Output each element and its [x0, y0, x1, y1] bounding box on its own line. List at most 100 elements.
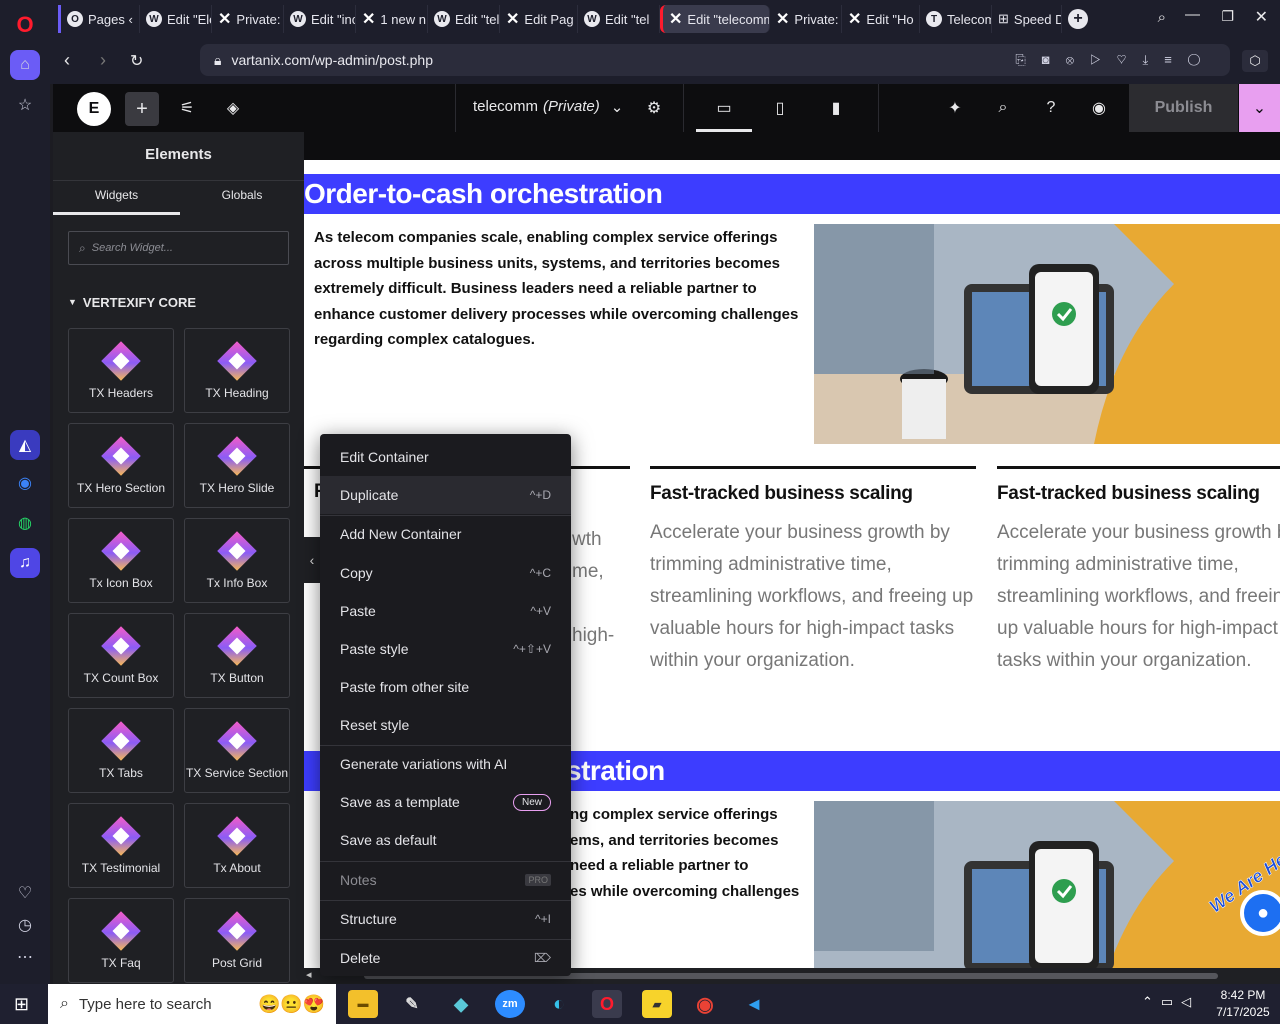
tab[interactable]: ✕ Private:: [212, 5, 284, 33]
back-icon[interactable]: ‹: [64, 50, 70, 71]
publish-button[interactable]: Publish: [1129, 84, 1238, 132]
opera-icon[interactable]: O: [592, 990, 622, 1018]
widget-tile[interactable]: TX Hero Section: [68, 423, 174, 508]
widget-tile[interactable]: TX Count Box: [68, 613, 174, 698]
feature-column[interactable]: Fast-tracked business scaling Accelerate…: [997, 466, 1280, 677]
section-heading[interactable]: Order-to-cash orchestration: [304, 174, 1280, 214]
publish-options-chevron-icon[interactable]: ⌄: [1239, 84, 1280, 132]
url-field[interactable]: 🔒︎ vartanix.com/wp-admin/post.php ⎘◙⊗▷♡⤓…: [200, 44, 1230, 76]
widget-tile[interactable]: TX Testimonial: [68, 803, 174, 888]
site-settings-icon[interactable]: ⚟: [173, 94, 201, 122]
scroll-left-icon[interactable]: ◂: [306, 968, 312, 981]
menu-item-add-new-container[interactable]: Add New Container: [320, 515, 571, 553]
tab[interactable]: W Edit "tel: [428, 5, 500, 33]
tab[interactable]: O Pages ‹: [58, 5, 140, 33]
tablet-view-icon[interactable]: ▯: [766, 94, 794, 122]
tab[interactable]: T Telecom: [920, 5, 992, 33]
tab[interactable]: ✕ Private:: [770, 5, 842, 33]
notifications-icon[interactable]: ✦: [941, 94, 969, 122]
whatsapp-icon[interactable]: ◍: [10, 508, 40, 538]
search-icon[interactable]: ⌕: [989, 94, 1017, 122]
music-icon[interactable]: ♫: [10, 548, 40, 578]
edge-icon[interactable]: ◐: [544, 990, 574, 1018]
collapse-panel-icon[interactable]: ‹: [304, 537, 320, 583]
app-diamond-icon[interactable]: ◆: [446, 990, 476, 1018]
extensions-icon[interactable]: ⬡: [1242, 50, 1268, 72]
messenger-icon[interactable]: ◉: [10, 468, 40, 498]
tab-active[interactable]: ✕ Edit "telecomm: [660, 5, 770, 33]
preview-eye-icon[interactable]: ◉: [1085, 94, 1113, 122]
widget-tile[interactable]: TX Faq: [68, 898, 174, 983]
tab[interactable]: W Edit "inc: [284, 5, 356, 33]
more-icon[interactable]: ⋯: [10, 942, 40, 972]
tab[interactable]: ✕ Edit Pag: [500, 5, 578, 33]
zoom-icon[interactable]: zm: [495, 990, 525, 1018]
menu-item-save-as-a-template[interactable]: Save as a template New: [320, 783, 571, 821]
tab[interactable]: ✕ Edit "Ho: [842, 5, 920, 33]
widget-tile[interactable]: Post Grid: [184, 898, 290, 983]
file-explorer-icon[interactable]: ▬: [348, 990, 378, 1018]
menu-item-generate-variations-with-ai[interactable]: Generate variations with AI: [320, 745, 571, 783]
menu-item-notes[interactable]: Notes PRO: [320, 861, 571, 899]
menu-item-duplicate[interactable]: Duplicate ^+D: [320, 476, 571, 514]
widget-tile[interactable]: Tx Info Box: [184, 518, 290, 603]
chat-bubble-icon[interactable]: ●: [1240, 890, 1280, 936]
search-tabs-icon[interactable]: ⌕: [1158, 9, 1166, 26]
home-icon[interactable]: ⌂: [10, 50, 40, 80]
chat-widget[interactable]: We Are Here ●: [1202, 839, 1280, 950]
structure-layers-icon[interactable]: ◈: [219, 94, 247, 122]
minimize-icon[interactable]: —: [1185, 6, 1200, 23]
heart-icon[interactable]: ♡: [10, 878, 40, 908]
menu-item-structure[interactable]: Structure ^+I: [320, 900, 571, 938]
feature-column[interactable]: Fast-tracked business scaling Accelerate…: [650, 466, 976, 677]
forward-icon[interactable]: ›: [100, 50, 106, 71]
page-settings-gear-icon[interactable]: ⚙: [640, 94, 668, 122]
tab[interactable]: ✕ 1 new n: [356, 5, 428, 33]
clock[interactable]: 8:42 PM 7/17/2025: [1212, 987, 1274, 1021]
mobile-view-icon[interactable]: ▮: [822, 94, 850, 122]
hero-photo[interactable]: [814, 224, 1280, 444]
menu-item-edit-container[interactable]: Edit Container: [320, 438, 571, 476]
menu-item-paste[interactable]: Paste ^+V: [320, 592, 571, 630]
menu-item-save-as-default[interactable]: Save as default: [320, 821, 571, 859]
aria-icon[interactable]: ◭: [10, 430, 40, 460]
menu-item-paste-from-other-site[interactable]: Paste from other site: [320, 668, 571, 706]
address-bar-actions-icon[interactable]: ⎘◙⊗▷♡⤓≡◯: [1015, 52, 1216, 68]
tab-widgets[interactable]: Widgets: [53, 188, 180, 202]
widget-tile[interactable]: TX Button: [184, 613, 290, 698]
help-icon[interactable]: ?: [1037, 94, 1065, 122]
widget-tile[interactable]: TX Heading: [184, 328, 290, 413]
star-icon[interactable]: ☆: [10, 90, 40, 120]
widget-tile[interactable]: TX Hero Slide: [184, 423, 290, 508]
opera-logo-icon[interactable]: O: [10, 10, 40, 40]
menu-item-copy[interactable]: Copy ^+C: [320, 554, 571, 592]
intro-paragraph[interactable]: As telecom companies scale, enabling com…: [314, 225, 804, 353]
menu-item-reset-style[interactable]: Reset style: [320, 706, 571, 744]
widget-tile[interactable]: TX Service Section: [184, 708, 290, 793]
system-tray-icons[interactable]: ⌃▭◁: [1142, 994, 1199, 1010]
widget-tile[interactable]: Tx Icon Box: [68, 518, 174, 603]
widget-tile[interactable]: TX Headers: [68, 328, 174, 413]
history-icon[interactable]: ◷: [10, 910, 40, 940]
tab-globals[interactable]: Globals: [180, 188, 304, 202]
intro-paragraph-2[interactable]: ng complex service offerings ems, and te…: [570, 802, 799, 904]
tab[interactable]: ⊞ Speed D: [992, 5, 1062, 33]
category-header[interactable]: ▼ VERTEXIFY CORE: [68, 295, 196, 310]
widget-tile[interactable]: TX Tabs: [68, 708, 174, 793]
tab[interactable]: W Edit "tel: [578, 5, 660, 33]
chrome-icon[interactable]: ◉: [690, 990, 720, 1018]
windows-start-icon[interactable]: ⊞: [14, 994, 29, 1015]
widget-tile[interactable]: Tx About: [184, 803, 290, 888]
new-tab-icon[interactable]: +: [1068, 9, 1088, 29]
elementor-logo-icon[interactable]: E: [77, 92, 111, 126]
taskbar-search-box[interactable]: ⌕ Type here to search 😄😐😍: [48, 984, 336, 1024]
menu-item-delete[interactable]: Delete ⌦: [320, 939, 571, 977]
page-selector[interactable]: telecomm (Private) ⌄: [473, 98, 623, 116]
add-element-icon[interactable]: +: [125, 92, 159, 126]
sticky-notes-icon[interactable]: ▰: [642, 990, 672, 1018]
close-window-icon[interactable]: ✕: [1255, 7, 1268, 27]
paint-icon[interactable]: ✎: [397, 990, 427, 1018]
desktop-view-icon[interactable]: ▭: [710, 94, 738, 122]
reload-icon[interactable]: ↻: [130, 51, 143, 71]
restore-icon[interactable]: ❐: [1221, 8, 1234, 25]
